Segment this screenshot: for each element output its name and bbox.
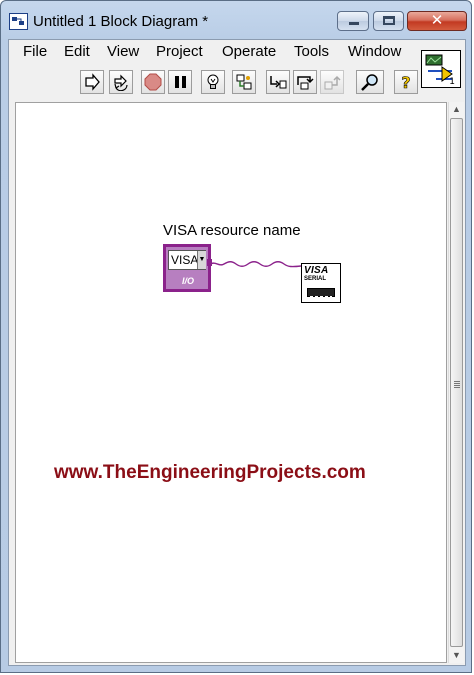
step-out-button[interactable] (320, 70, 344, 94)
maximize-icon (383, 16, 395, 25)
vi-connector-icon[interactable]: 1 (421, 50, 461, 88)
vi-icon-number: 1 (449, 77, 455, 87)
vertical-scrollbar[interactable]: ▲ ▼ (448, 102, 464, 663)
block-diagram-canvas[interactable]: VISA resource name VISA ▼ I/O VISA SERIA… (15, 102, 447, 663)
block-diagram-app-icon[interactable] (9, 13, 28, 30)
run-arrow-icon (85, 73, 100, 91)
minimize-button[interactable] (337, 11, 369, 31)
run-continuously-button[interactable] (109, 70, 133, 94)
abort-stop-icon (144, 73, 162, 91)
visa-wire[interactable] (16, 103, 448, 664)
scroll-down-arrow-icon[interactable]: ▼ (449, 648, 464, 663)
watermark-text: www.TheEngineeringProjects.com (54, 462, 366, 483)
menu-tools[interactable]: Tools (294, 43, 329, 60)
menu-window[interactable]: Window (348, 43, 401, 60)
step-over-icon (297, 76, 314, 90)
window-client-area: File Edit View Project Operate Tools Win… (8, 39, 466, 666)
menu-project[interactable]: Project (156, 43, 203, 60)
run-button[interactable] (80, 70, 104, 94)
window-title: Untitled 1 Block Diagram * (33, 13, 209, 30)
title-bar[interactable]: Untitled 1 Block Diagram * ✕ (1, 1, 471, 39)
retain-wire-values-icon (236, 74, 252, 90)
search-button[interactable] (356, 70, 384, 94)
highlight-execution-button[interactable] (201, 70, 225, 94)
minimize-icon (349, 22, 359, 25)
scrollbar-thumb[interactable] (450, 118, 463, 647)
menu-operate[interactable]: Operate (222, 43, 276, 60)
serial-node-title: VISA (304, 265, 329, 276)
serial-port-icon (307, 288, 335, 301)
step-into-icon (270, 76, 287, 89)
abort-button[interactable] (141, 70, 165, 94)
labview-window: Untitled 1 Block Diagram * ✕ File Edit V… (0, 0, 472, 673)
visa-configure-serial-node[interactable]: VISA SERIAL (301, 263, 341, 303)
svg-text:?: ? (401, 73, 410, 91)
highlight-execution-bulb-icon (207, 74, 219, 89)
serial-node-subtitle: SERIAL (304, 276, 327, 282)
context-help-icon: ? (401, 73, 411, 91)
pause-icon (175, 76, 186, 88)
search-icon (361, 74, 378, 91)
vi-block-icon: 1 (423, 52, 459, 87)
retain-wire-values-button[interactable] (232, 70, 256, 94)
menu-view[interactable]: View (107, 43, 139, 60)
menu-bar: File Edit View Project Operate Tools Win… (9, 40, 409, 64)
run-continuously-icon (114, 74, 128, 91)
maximize-button[interactable] (373, 11, 404, 31)
close-icon: ✕ (430, 11, 444, 29)
context-help-button[interactable]: ? (394, 70, 418, 94)
menu-file[interactable]: File (23, 43, 47, 60)
step-out-icon (324, 75, 341, 90)
scroll-up-arrow-icon[interactable]: ▲ (449, 102, 464, 117)
step-into-button[interactable] (266, 70, 290, 94)
menu-edit[interactable]: Edit (64, 43, 90, 60)
close-button[interactable]: ✕ (407, 11, 467, 31)
pause-button[interactable] (168, 70, 192, 94)
step-over-button[interactable] (293, 70, 317, 94)
toolbar: ? (9, 66, 418, 100)
